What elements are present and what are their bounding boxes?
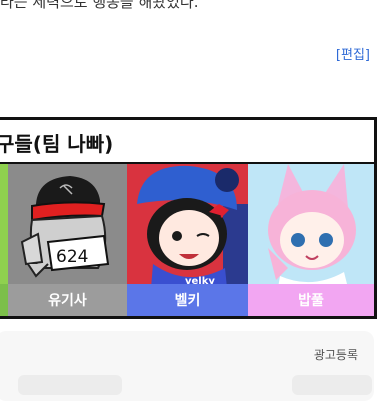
- edit-link[interactable]: [편집]: [336, 44, 370, 63]
- member-name: 유기사: [8, 284, 127, 316]
- member-card-bappul[interactable]: 밥풀: [248, 164, 374, 316]
- velky-portrait: velky: [127, 164, 248, 288]
- ad-placeholder: [292, 375, 372, 395]
- member-card-yugisa[interactable]: 624 유기사: [8, 164, 127, 316]
- member-art: 624: [8, 164, 127, 288]
- member-card[interactable]: [0, 164, 8, 316]
- member-art: [248, 164, 374, 288]
- bappul-portrait: [248, 164, 374, 288]
- member-card-velky[interactable]: velky 벨키: [127, 164, 248, 316]
- member-name: [0, 284, 8, 316]
- friends-title: 구들(팀 나빠): [0, 132, 114, 156]
- ad-placeholder: [18, 375, 122, 395]
- article-text: 라는 세력으로 행동을 해왔었다.: [0, 0, 199, 11]
- member-art: velky: [127, 164, 248, 288]
- member-art: [0, 164, 8, 288]
- yugisa-sign-number: 624: [56, 247, 88, 267]
- friends-box: 구들(팀 나빠) 624 유기사 velky 벨키 밥풀: [0, 117, 377, 319]
- member-name: 밥풀: [248, 284, 374, 316]
- friends-cards: 624 유기사 velky 벨키 밥풀: [0, 164, 374, 316]
- member-name: 벨키: [127, 284, 248, 316]
- ad-register-link[interactable]: 광고등록: [314, 346, 358, 363]
- yugisa-portrait: 624: [20, 176, 110, 278]
